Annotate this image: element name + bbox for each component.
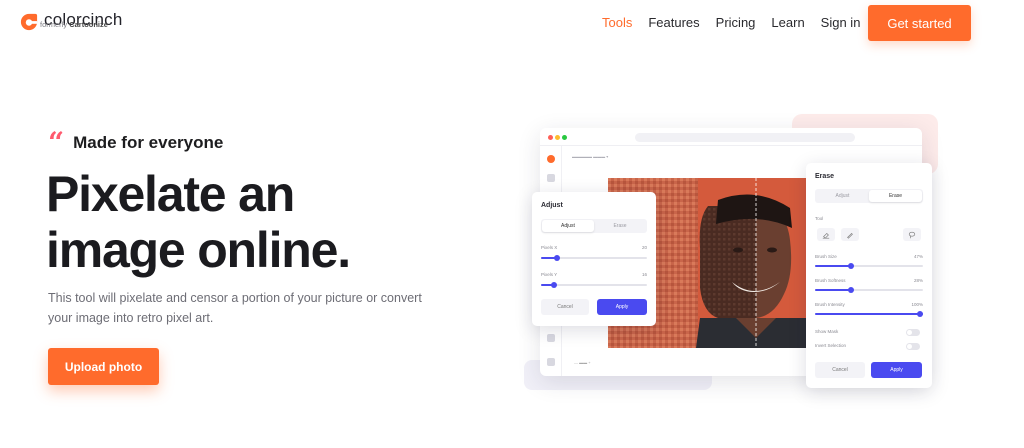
invert-selection-toggle[interactable]: [906, 343, 920, 350]
window-min-dot: [555, 135, 560, 140]
erase-apply-button[interactable]: Apply: [871, 362, 922, 378]
slider-value: 20: [641, 245, 647, 250]
mockup-url-bar: [635, 133, 855, 142]
brand-subtitle: formerly Cartoonize: [40, 20, 108, 29]
slider-knob[interactable]: [553, 254, 560, 261]
nav-link-features[interactable]: Features: [648, 15, 699, 30]
erase-panel-tabs: Adjust Erase: [815, 189, 923, 203]
toggle-label: Invert Selection: [815, 343, 847, 348]
adjust-apply-button[interactable]: Apply: [597, 299, 647, 315]
slider-knob[interactable]: [847, 286, 854, 293]
slider-fill: [815, 265, 851, 267]
brush-icon: [847, 232, 853, 239]
slider-label: Brush Size: [815, 254, 837, 259]
nav-link-pricing[interactable]: Pricing: [716, 15, 756, 30]
slider-fill: [815, 289, 851, 291]
slider-value: 47%: [913, 254, 923, 259]
erase-cancel-button[interactable]: Cancel: [815, 362, 865, 378]
erase-panel-title: Erase: [815, 173, 835, 180]
adjust-panel-title: Adjust: [541, 202, 563, 209]
upload-photo-button[interactable]: Upload photo: [48, 348, 159, 385]
slider-value: 16: [641, 272, 647, 277]
brush-tool-button[interactable]: [841, 228, 859, 241]
page-title: Pixelate an image online.: [46, 166, 426, 278]
slider-label: Brush Intensity: [815, 302, 845, 307]
mockup-image-icon: [547, 174, 555, 182]
lasso-tool-button[interactable]: [903, 228, 921, 241]
logo-mark-icon: [20, 13, 38, 31]
slider-knob[interactable]: [550, 281, 557, 288]
show-mask-toggle[interactable]: [906, 329, 920, 336]
mockup-pen-icon: [547, 334, 555, 342]
erase-tab-adjust[interactable]: Adjust: [816, 190, 869, 202]
tool-label: Tool: [815, 216, 824, 221]
eraser-tool-button[interactable]: [817, 228, 835, 241]
slider-knob[interactable]: [917, 310, 923, 317]
adjust-panel-tabs: Adjust Erase: [541, 219, 647, 233]
brush-intensity-slider[interactable]: [815, 310, 923, 317]
mockup-zoom-controls-placeholder: — ▬▬ +: [574, 360, 591, 365]
erase-tab-erase[interactable]: Erase: [869, 190, 922, 202]
eraser-icon: [822, 232, 830, 239]
slider-value: 100%: [911, 302, 923, 307]
adjust-tab-erase[interactable]: Erase: [594, 220, 646, 232]
brush-softness-slider[interactable]: [815, 286, 923, 293]
slider-label: Pixels Y: [541, 272, 558, 277]
pixels-x-slider[interactable]: [541, 254, 647, 261]
nav-links: Tools Features Pricing Learn Sign in: [602, 15, 876, 30]
window-max-dot: [562, 135, 567, 140]
tagline-text: Made for everyone: [73, 133, 224, 152]
slider-value: 28%: [913, 278, 923, 283]
brush-size-slider[interactable]: [815, 262, 923, 269]
mockup-titlebar: [540, 128, 922, 146]
nav-link-learn[interactable]: Learn: [771, 15, 804, 30]
mockup-layers-icon: [547, 358, 555, 366]
quote-icon: “: [48, 126, 65, 159]
pixels-y-slider[interactable]: [541, 281, 647, 288]
slider-label: Brush Softness: [815, 278, 846, 283]
mockup-logo-icon: [547, 155, 555, 163]
hero-description: This tool will pixelate and censor a por…: [48, 291, 422, 325]
window-close-dot: [548, 135, 553, 140]
hero-tagline: “ Made for everyone: [48, 126, 224, 159]
adjust-cancel-button[interactable]: Cancel: [541, 299, 589, 315]
nav-link-tools[interactable]: Tools: [602, 15, 632, 30]
slider-knob[interactable]: [847, 262, 854, 269]
title-line-2: image online.: [46, 222, 351, 278]
slider-fill: [815, 313, 923, 315]
title-line-1: Pixelate an: [46, 166, 295, 222]
top-nav: colorcinch formerly Cartoonize Tools Fea…: [0, 0, 1024, 46]
adjust-panel: Adjust Adjust Erase Pixels X 20 Pixels Y…: [532, 192, 656, 326]
mockup-doc-title-placeholder: ▬▬▬▬▬ ▬▬▬ ▾: [572, 154, 609, 159]
toggle-label: Show Mask: [815, 329, 839, 334]
lasso-icon: [908, 231, 916, 238]
brand-sub-prefix: formerly: [40, 20, 68, 29]
slider-label: Pixels X: [541, 245, 558, 250]
brand-sub-name: Cartoonize: [69, 20, 108, 29]
adjust-tab-adjust[interactable]: Adjust: [542, 220, 594, 232]
erase-panel: Erase Adjust Erase Tool Brush Size 47% B…: [806, 163, 932, 388]
nav-link-sign-in[interactable]: Sign in: [821, 15, 861, 30]
get-started-button[interactable]: Get started: [868, 5, 971, 41]
